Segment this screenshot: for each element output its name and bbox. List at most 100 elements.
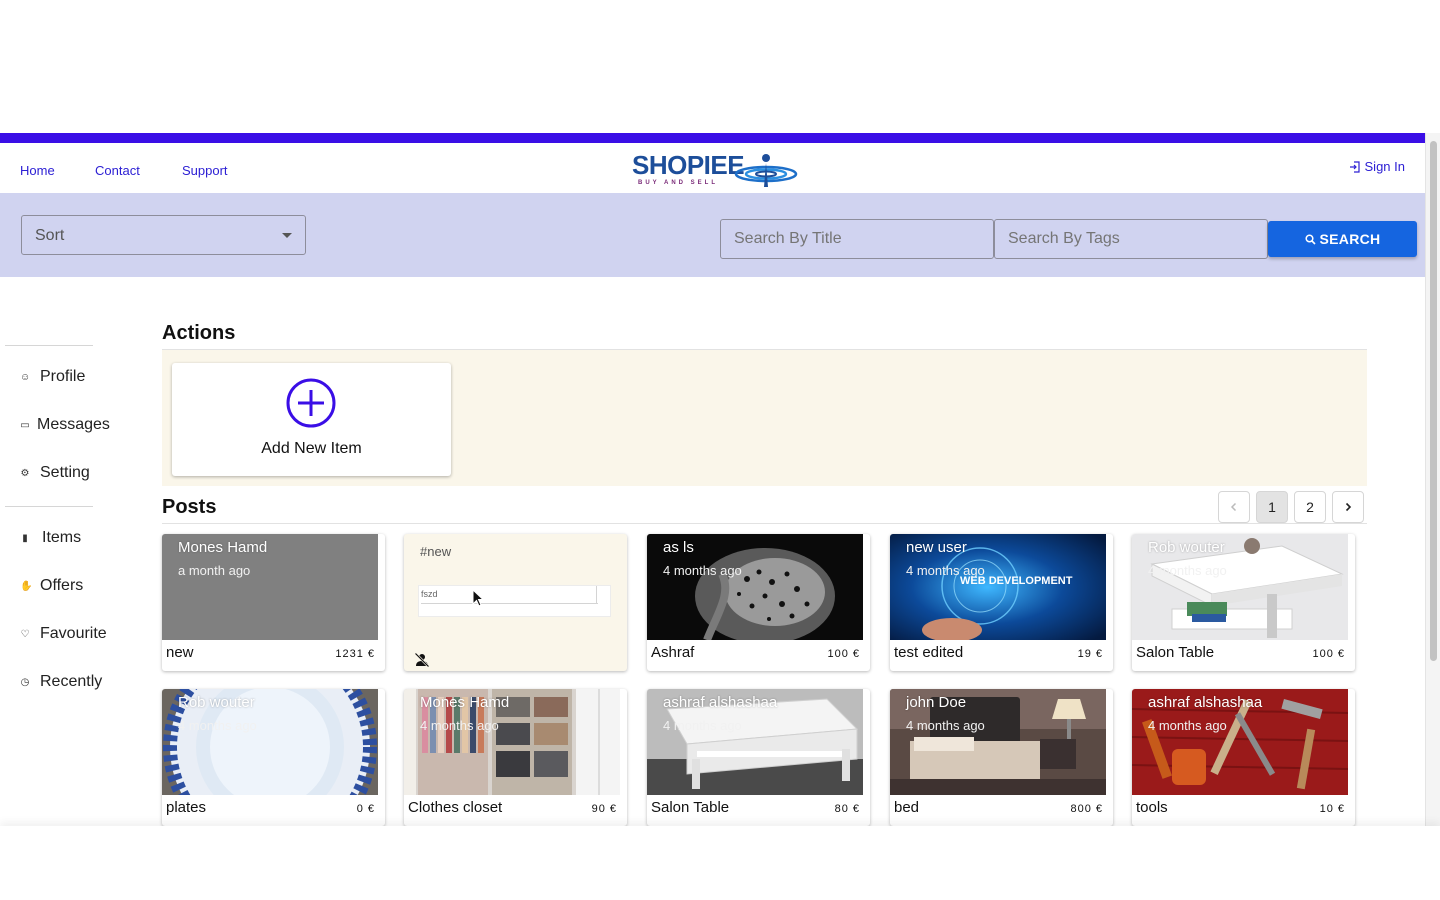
scrollbar-thumb[interactable] — [1430, 141, 1437, 661]
post-owner: Rob wouter — [1148, 539, 1225, 556]
sidebar-item-label: Offers — [40, 577, 84, 594]
search-title-input[interactable] — [720, 219, 994, 259]
page-bottom-area — [0, 826, 1440, 900]
logo-tagline: BUY AND SELL — [638, 180, 719, 186]
sidebar-item-messages[interactable]: ▭ Messages — [20, 416, 110, 434]
page-2-button[interactable]: 2 — [1294, 491, 1326, 523]
top-navbar: Home Contact Support SHOPIEE BUY AND SEL… — [0, 143, 1425, 193]
post-card[interactable]: #new fszd — [404, 534, 627, 671]
search-tags-input[interactable] — [994, 219, 1268, 259]
post-title: plates — [166, 799, 207, 816]
post-time: 4 months ago — [663, 563, 742, 578]
sidebar-item-label: Setting — [40, 464, 90, 481]
post-text-box: fszd — [418, 585, 611, 617]
sidebar-item-offers[interactable]: ✋ Offers — [20, 577, 83, 595]
post-price: 100 € — [827, 648, 860, 660]
page-1-button[interactable]: 1 — [1256, 491, 1288, 523]
filter-bar: Sort SEARCH — [0, 193, 1425, 277]
post-card[interactable]: WEB DEVELOPMENT new user 4 months ago te… — [890, 534, 1113, 671]
nav-contact-link[interactable]: Contact — [95, 163, 140, 178]
gear-icon: ⚙ — [20, 467, 30, 479]
sidebar-divider — [5, 506, 93, 507]
sidebar-item-items[interactable]: ▮ Items — [20, 529, 81, 547]
nav-support-link[interactable]: Support — [182, 163, 228, 178]
prev-page-button[interactable] — [1218, 491, 1250, 523]
post-owner: ashraf alshashaa — [663, 694, 778, 711]
post-body-text: fszd — [421, 589, 438, 599]
post-time: 4 months ago — [663, 718, 742, 733]
logo-ripple-icon — [734, 154, 798, 187]
next-page-button[interactable] — [1332, 491, 1364, 523]
search-button[interactable]: SEARCH — [1268, 221, 1417, 257]
post-title: test edited — [894, 644, 964, 661]
post-time: 4 months ago — [420, 718, 499, 733]
post-card[interactable]: as ls 4 months ago Ashraf 100 € — [647, 534, 870, 671]
chevron-right-icon — [1345, 502, 1352, 512]
post-time: 4 months ago — [906, 718, 985, 733]
post-title: Ashraf — [651, 644, 695, 661]
post-title: bed — [894, 799, 920, 816]
post-owner: Mones Hamd — [420, 694, 510, 711]
profile-icon: ☺ — [20, 371, 31, 383]
add-new-item-card[interactable]: Add New Item — [172, 363, 451, 476]
post-time: a month ago — [178, 563, 251, 578]
shopiee-logo[interactable]: SHOPIEE BUY AND SELL — [630, 149, 798, 191]
pagination: 1 2 — [1218, 491, 1364, 523]
sidebar-item-recently[interactable]: ◷ Recently — [20, 673, 103, 691]
sidebar-divider — [5, 345, 93, 346]
sort-select[interactable]: Sort — [21, 215, 306, 255]
post-price: 100 € — [1312, 648, 1345, 660]
no-person-icon — [414, 652, 430, 668]
page-scrollbar[interactable] — [1425, 133, 1440, 827]
sidebar-item-label: Messages — [37, 416, 110, 433]
post-card[interactable]: Rob wouter 4 months ago plates 0 € — [162, 689, 385, 826]
sidebar-item-label: Recently — [40, 673, 103, 690]
post-price: 1231 € — [335, 648, 375, 660]
sign-in-link[interactable]: Sign In — [1349, 159, 1405, 174]
sidebar-item-profile[interactable]: ☺ Profile — [20, 368, 85, 386]
add-circle-icon — [286, 378, 336, 428]
nav-home-link[interactable]: Home — [20, 163, 55, 178]
post-time: 4 months ago — [906, 563, 985, 578]
post-price: 0 € — [356, 803, 375, 815]
clipboard-icon: ▮ — [22, 532, 28, 544]
post-owner: as ls — [663, 539, 694, 556]
message-icon: ▭ — [20, 419, 30, 431]
post-owner: john Doe — [906, 694, 967, 711]
sidebar-item-label: Favourite — [40, 625, 107, 642]
mouse-cursor-icon — [472, 589, 484, 607]
sidebar-item-favourite[interactable]: ♡ Favourite — [20, 625, 107, 643]
logo-word: SHOPIEE — [632, 150, 745, 180]
post-owner: new user — [906, 539, 967, 556]
post-price: 80 € — [834, 803, 860, 815]
post-time: 4 months ago — [1148, 563, 1227, 578]
post-title: new — [166, 644, 194, 661]
post-card[interactable]: Rob wouter 4 months ago Salon Table 100 … — [1132, 534, 1355, 671]
dropdown-caret-icon — [282, 233, 292, 238]
posts-heading: Posts — [162, 496, 217, 518]
posts-divider — [162, 523, 1367, 524]
top-accent-bar — [0, 133, 1425, 143]
post-title: Clothes closet — [408, 799, 503, 816]
post-card[interactable]: john Doe 4 months ago bed 800 € — [890, 689, 1113, 826]
post-time: 4 months ago — [1148, 718, 1227, 733]
post-owner: Mones Hamd — [178, 539, 268, 556]
login-icon — [1349, 160, 1360, 173]
post-price: 90 € — [591, 803, 617, 815]
text-box-underline — [421, 603, 598, 604]
post-title: tools — [1136, 799, 1168, 816]
post-tag: #new — [420, 544, 452, 559]
text-box-edge — [596, 586, 597, 603]
add-new-item-label: Add New Item — [261, 440, 362, 457]
sidebar-item-setting[interactable]: ⚙ Setting — [20, 464, 90, 482]
post-owner: Rob wouter — [178, 694, 255, 711]
post-price: 19 € — [1077, 648, 1103, 660]
post-card[interactable]: ashraf alshashaa 4 months ago Salon Tabl… — [647, 689, 870, 826]
post-card[interactable]: Mones Hamd 4 months ago Clothes closet 9… — [404, 689, 627, 826]
post-time: 4 months ago — [178, 718, 257, 733]
search-icon — [1304, 233, 1316, 245]
post-title: Salon Table — [1136, 644, 1215, 661]
post-card[interactable]: Mones Hamd a month ago new 1231 € — [162, 534, 385, 671]
post-owner: ashraf alshashaa — [1148, 694, 1263, 711]
post-card[interactable]: ashraf alshashaa 4 months ago tools 10 € — [1132, 689, 1355, 826]
